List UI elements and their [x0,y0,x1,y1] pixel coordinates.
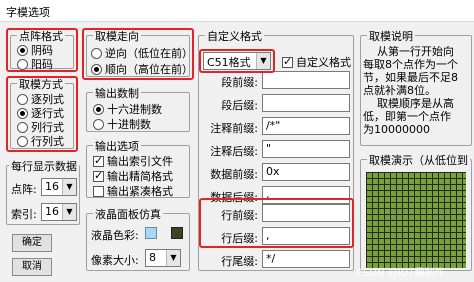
dot-count-value: 16 [45,180,59,193]
dot-count-label: 点阵: [11,183,37,196]
lcd-color-swatch-light[interactable] [145,227,157,239]
field-label: 行尾缀: [221,255,258,268]
field-label: 注释后缀: [210,145,258,158]
mode-demo-group: 取模演示（从低位到 [360,152,472,271]
custom-format-title: 自定义格式 [205,28,264,44]
pixel-size-select[interactable]: 8 ▼ [145,249,181,267]
checkbox-compact-format[interactable]: 输出精简格式 [93,168,173,184]
radio-dot[interactable] [93,118,104,130]
description-line: 取模顺序是从高 [377,98,454,110]
checkbox-tight-label: 输出紧凑格式 [107,185,173,198]
lcd-demo-grid [366,172,466,268]
cancel-button[interactable]: 取消 [12,258,52,276]
per-line-title: 每行显示数据 [9,158,79,174]
segment-prefix-input[interactable] [262,71,350,89]
highlight-dot-format [6,28,78,72]
description-line: 每取8个点作为一个 [363,59,458,71]
highlight-mode-method [6,76,78,152]
lcd-sim-title: 液晶面板仿真 [93,206,163,222]
radio-hex-label: 十六进制数 [107,103,162,116]
checkbox-custom-format-label: 自定义格式 [296,56,351,69]
lcd-color-label: 液晶色彩: [91,229,139,242]
checkbox-box[interactable] [93,168,104,184]
chevron-down-icon[interactable]: ▼ [62,179,76,195]
dot-count-select[interactable]: 16 ▼ [41,178,77,196]
mode-demo-title: 取模演示（从低位到 [367,152,470,168]
field-label: 注释前缀: [210,122,258,135]
chevron-down-icon[interactable]: ▼ [166,250,180,266]
output-options-group: 输出选项 输出索引文件 输出精简格式 输出紧凑格式 [86,138,190,199]
data-prefix-input[interactable]: 0x [262,163,350,181]
radio-hex[interactable]: 十六进制数 [93,101,162,117]
highlight-line-affixes [199,198,354,248]
field-label: 段后缀: [221,99,258,112]
window-title: 字模选项 [6,6,50,19]
segment-suffix-input[interactable] [262,94,350,112]
comment-suffix-input[interactable]: " [262,140,350,158]
mode-description-group: 取模说明 从第一行开始向 每取8个点作为一个 节，如果最后不足8 点就补满8位。… [360,28,472,146]
checkbox-box[interactable] [93,153,104,169]
radio-decimal[interactable]: 十进制数 [93,116,151,132]
ok-button[interactable]: 确定 [12,234,52,252]
radio-decimal-label: 十进制数 [107,118,151,131]
highlight-format-select [199,49,275,73]
lcd-sim-group: 液晶面板仿真 液晶色彩: 像素大小: 8 ▼ [86,206,190,271]
field-label: 段前缀: [221,76,258,89]
checkbox-custom-format[interactable]: 自定义格式 [282,54,351,70]
radio-dot[interactable] [93,103,104,115]
description-line: 低，即第一个点作 [363,111,451,123]
description-line: 为10000000 [363,124,430,136]
highlight-direction [82,28,194,80]
watermark: CSDN @IOT趣制作 [356,268,445,279]
description-line: 点就补满8位。 [363,85,436,97]
field-label: 数据前缀: [210,168,258,181]
line-end-input[interactable]: */ [262,250,350,268]
checkbox-compact-label: 输出精简格式 [107,170,173,183]
comment-prefix-input[interactable]: /*" [262,117,350,135]
output-number-group: 输出数制 十六进制数 十进制数 [86,85,190,132]
checkbox-box[interactable] [282,54,293,70]
mode-description-title: 取模说明 [367,28,415,44]
checkbox-tight-format[interactable]: 输出紧凑格式 [93,183,173,199]
pixel-size-label: 像素大小: [91,254,139,267]
chevron-down-icon[interactable]: ▼ [62,204,76,220]
per-line-group: 每行显示数据 点阵: 16 ▼ 索引: 16 ▼ [6,158,80,225]
output-number-title: 输出数制 [93,85,141,101]
lcd-color-swatch-dark[interactable] [171,227,183,239]
checkbox-box[interactable] [93,185,104,197]
description-line: 从第一行开始向 [377,46,454,58]
checkbox-output-index[interactable]: 输出索引文件 [93,153,173,169]
index-count-select[interactable]: 16 ▼ [41,203,77,221]
index-count-label: 索引: [11,208,37,221]
checkbox-output-index-label: 输出索引文件 [107,155,173,168]
index-count-value: 16 [45,205,59,218]
description-line: 节，如果最后不足8 [363,72,458,84]
pixel-size-value: 8 [149,251,156,264]
title-bar: 字模选项 [0,0,474,22]
